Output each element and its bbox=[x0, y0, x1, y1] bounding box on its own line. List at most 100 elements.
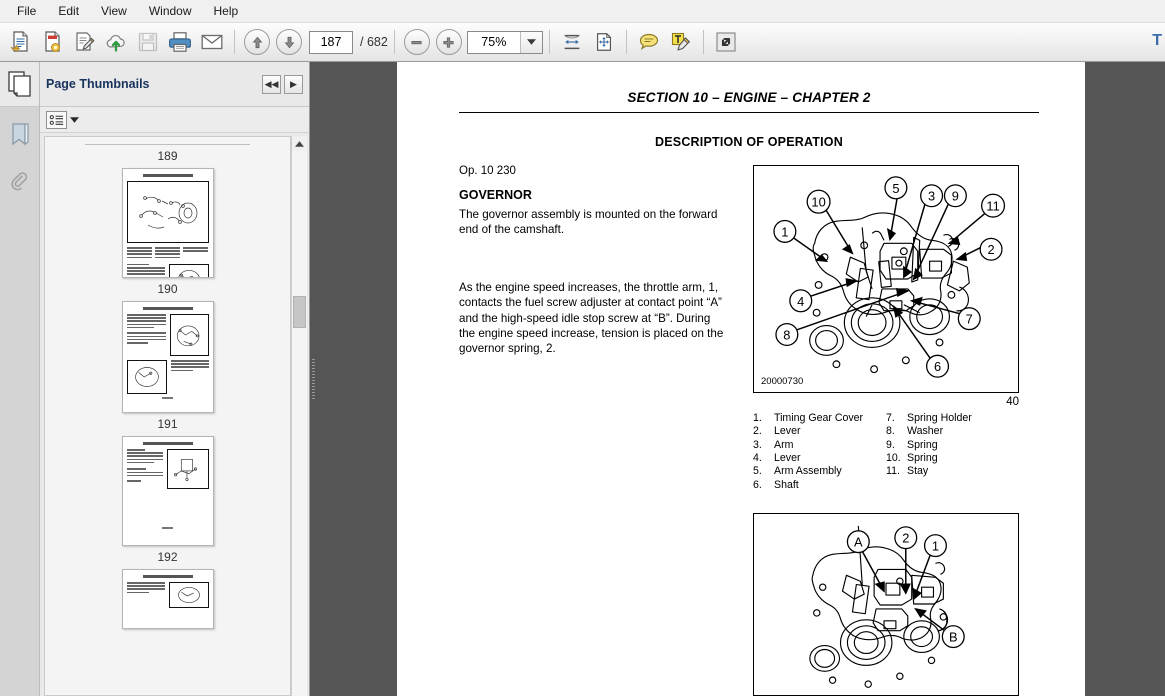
scrollbar-thumb[interactable] bbox=[292, 296, 306, 328]
list-item[interactable]: 190 bbox=[45, 278, 290, 413]
thumbnails-scrollbar[interactable] bbox=[291, 136, 307, 696]
page-number-value: 187 bbox=[320, 35, 342, 49]
thumbnail-image[interactable] bbox=[121, 301, 214, 413]
left-column: Op. 10 230 GOVERNOR The governor assembl… bbox=[459, 165, 727, 696]
legend-index: 1. bbox=[753, 412, 762, 424]
add-comment-icon[interactable] bbox=[634, 27, 664, 57]
legend-index: 9. bbox=[886, 438, 895, 451]
save-icon[interactable] bbox=[133, 27, 163, 57]
legend-item: 6. Shaft bbox=[753, 479, 886, 492]
legend-index: 2. bbox=[753, 425, 762, 438]
menu-item-file[interactable]: File bbox=[6, 2, 47, 20]
operation-number: Op. 10 230 bbox=[459, 165, 516, 177]
zoom-level-combobox[interactable]: 75% bbox=[466, 30, 543, 54]
thumbnails-panel: Page Thumbnails ◀◀ ▶ 189 190 191 192 bbox=[40, 62, 310, 696]
legend-index: 11. bbox=[886, 465, 900, 478]
document-running-header: SECTION 10 – ENGINE – CHAPTER 2 bbox=[627, 90, 871, 105]
zoom-level-value: 75% bbox=[481, 35, 507, 49]
expand-panel-button[interactable]: ▶ bbox=[284, 74, 303, 94]
legend-label: Arm Assembly bbox=[774, 465, 842, 478]
previous-page-button[interactable] bbox=[244, 29, 270, 55]
zoom-out-button[interactable] bbox=[403, 29, 430, 55]
legend-column-left: 1. Timing Gear Cover 2. Lever 3. Arm 4. … bbox=[753, 412, 886, 492]
toolbar-separator bbox=[393, 30, 395, 54]
fit-width-icon[interactable] bbox=[557, 27, 587, 57]
open-document-icon[interactable] bbox=[5, 27, 35, 57]
svg-text:6: 6 bbox=[934, 359, 941, 374]
svg-text:1: 1 bbox=[932, 539, 939, 554]
panel-splitter[interactable] bbox=[310, 62, 317, 696]
svg-text:8: 8 bbox=[783, 327, 790, 342]
toolbar-separator bbox=[234, 30, 235, 54]
next-page-button[interactable] bbox=[276, 29, 302, 55]
page-number-input[interactable]: 187 bbox=[309, 30, 353, 54]
legend-item: 5. Arm Assembly bbox=[753, 465, 886, 478]
create-pdf-icon[interactable] bbox=[37, 27, 67, 57]
toolbar-separator bbox=[702, 30, 704, 54]
intro-paragraph: The governor assembly is mounted on the … bbox=[459, 208, 718, 237]
legend-label: Spring Holder bbox=[907, 412, 972, 424]
thumbnail-label: 190 bbox=[157, 282, 178, 296]
right-column: 1 2 3 4 5 6 7 8 9 10 11 20000730 40 1. T… bbox=[753, 165, 1019, 696]
menu-item-help[interactable]: Help bbox=[203, 2, 250, 20]
list-item[interactable]: 191 bbox=[45, 413, 290, 546]
legend-label: Timing Gear Cover bbox=[774, 412, 864, 424]
legend-item: 4. Lever bbox=[753, 452, 886, 465]
edit-document-icon[interactable] bbox=[69, 27, 99, 57]
cloud-upload-icon[interactable] bbox=[101, 27, 131, 57]
panel-title: Page Thumbnails bbox=[46, 77, 150, 91]
chevron-down-icon[interactable] bbox=[519, 31, 542, 53]
figure-2-drawing: A 2 1 B bbox=[809, 525, 965, 688]
thumbnail-image[interactable] bbox=[121, 569, 214, 629]
figure-1-number: 40 bbox=[1006, 396, 1019, 408]
print-icon[interactable] bbox=[165, 27, 195, 57]
highlight-text-icon[interactable] bbox=[666, 27, 696, 57]
email-icon[interactable] bbox=[197, 27, 227, 57]
thumbnail-options-button[interactable] bbox=[46, 110, 67, 129]
fit-page-icon[interactable] bbox=[589, 27, 619, 57]
legend-label: Lever bbox=[774, 452, 801, 465]
figure-1-drawing: 1 2 3 4 5 6 7 8 9 10 11 bbox=[773, 176, 1006, 378]
legend-item: 8. Washer bbox=[886, 425, 1019, 438]
collapse-panel-button[interactable]: ◀◀ bbox=[262, 74, 281, 94]
navigation-rail bbox=[0, 62, 40, 696]
attachment-icon[interactable] bbox=[3, 163, 37, 203]
legend-item: 3. Arm bbox=[753, 439, 886, 452]
legend-item: 9. Spring bbox=[886, 439, 1019, 452]
pages-icon[interactable] bbox=[0, 62, 39, 107]
fullscreen-icon[interactable] bbox=[711, 27, 741, 57]
document-section-heading: DESCRIPTION OF OPERATION bbox=[655, 135, 843, 149]
menu-item-window[interactable]: Window bbox=[138, 2, 203, 20]
scrollbar-track[interactable] bbox=[291, 151, 307, 696]
subsection-title: GOVERNOR bbox=[459, 188, 532, 202]
legend-index: 8. bbox=[886, 425, 895, 438]
thumbnail-image[interactable] bbox=[121, 436, 214, 546]
legend-column-right: 7. Spring Holder 8. Washer 9. Spring 10.… bbox=[886, 412, 1019, 492]
list-item[interactable]: 192 bbox=[45, 546, 290, 629]
legend-index: 6. bbox=[753, 478, 762, 491]
thumbnail-image[interactable] bbox=[121, 168, 214, 278]
thumbnail-label: 191 bbox=[157, 417, 178, 431]
list-item[interactable]: 189 bbox=[45, 145, 290, 278]
bookmark-icon[interactable] bbox=[3, 115, 37, 155]
legend-item: 11. Stay bbox=[886, 465, 1019, 478]
thumbnails-list: 189 190 191 192 bbox=[44, 136, 291, 696]
legend-label: Arm bbox=[774, 438, 794, 451]
menu-item-edit[interactable]: Edit bbox=[47, 2, 90, 20]
figure-1: 1 2 3 4 5 6 7 8 9 10 11 20000730 bbox=[753, 165, 1019, 393]
svg-text:A: A bbox=[854, 535, 863, 550]
main-area: Page Thumbnails ◀◀ ▶ 189 190 191 192 SEC… bbox=[0, 62, 1165, 696]
document-viewer[interactable]: SECTION 10 – ENGINE – CHAPTER 2 DESCRIPT… bbox=[317, 62, 1165, 696]
svg-text:9: 9 bbox=[952, 189, 959, 204]
menu-item-view[interactable]: View bbox=[90, 2, 138, 20]
legend-index: 10. bbox=[886, 452, 901, 465]
scroll-up-button[interactable] bbox=[291, 136, 307, 151]
legend-index: 3. bbox=[753, 438, 762, 451]
second-paragraph: As the engine speed increases, the throt… bbox=[459, 280, 724, 356]
legend-index: 7. bbox=[886, 412, 895, 424]
legend-label: Stay bbox=[907, 465, 929, 478]
zoom-in-button[interactable] bbox=[435, 29, 462, 55]
splitter-grip bbox=[312, 359, 315, 399]
chevron-down-icon[interactable] bbox=[70, 116, 79, 123]
thumbnails-panel-header: Page Thumbnails ◀◀ ▶ bbox=[40, 62, 309, 107]
